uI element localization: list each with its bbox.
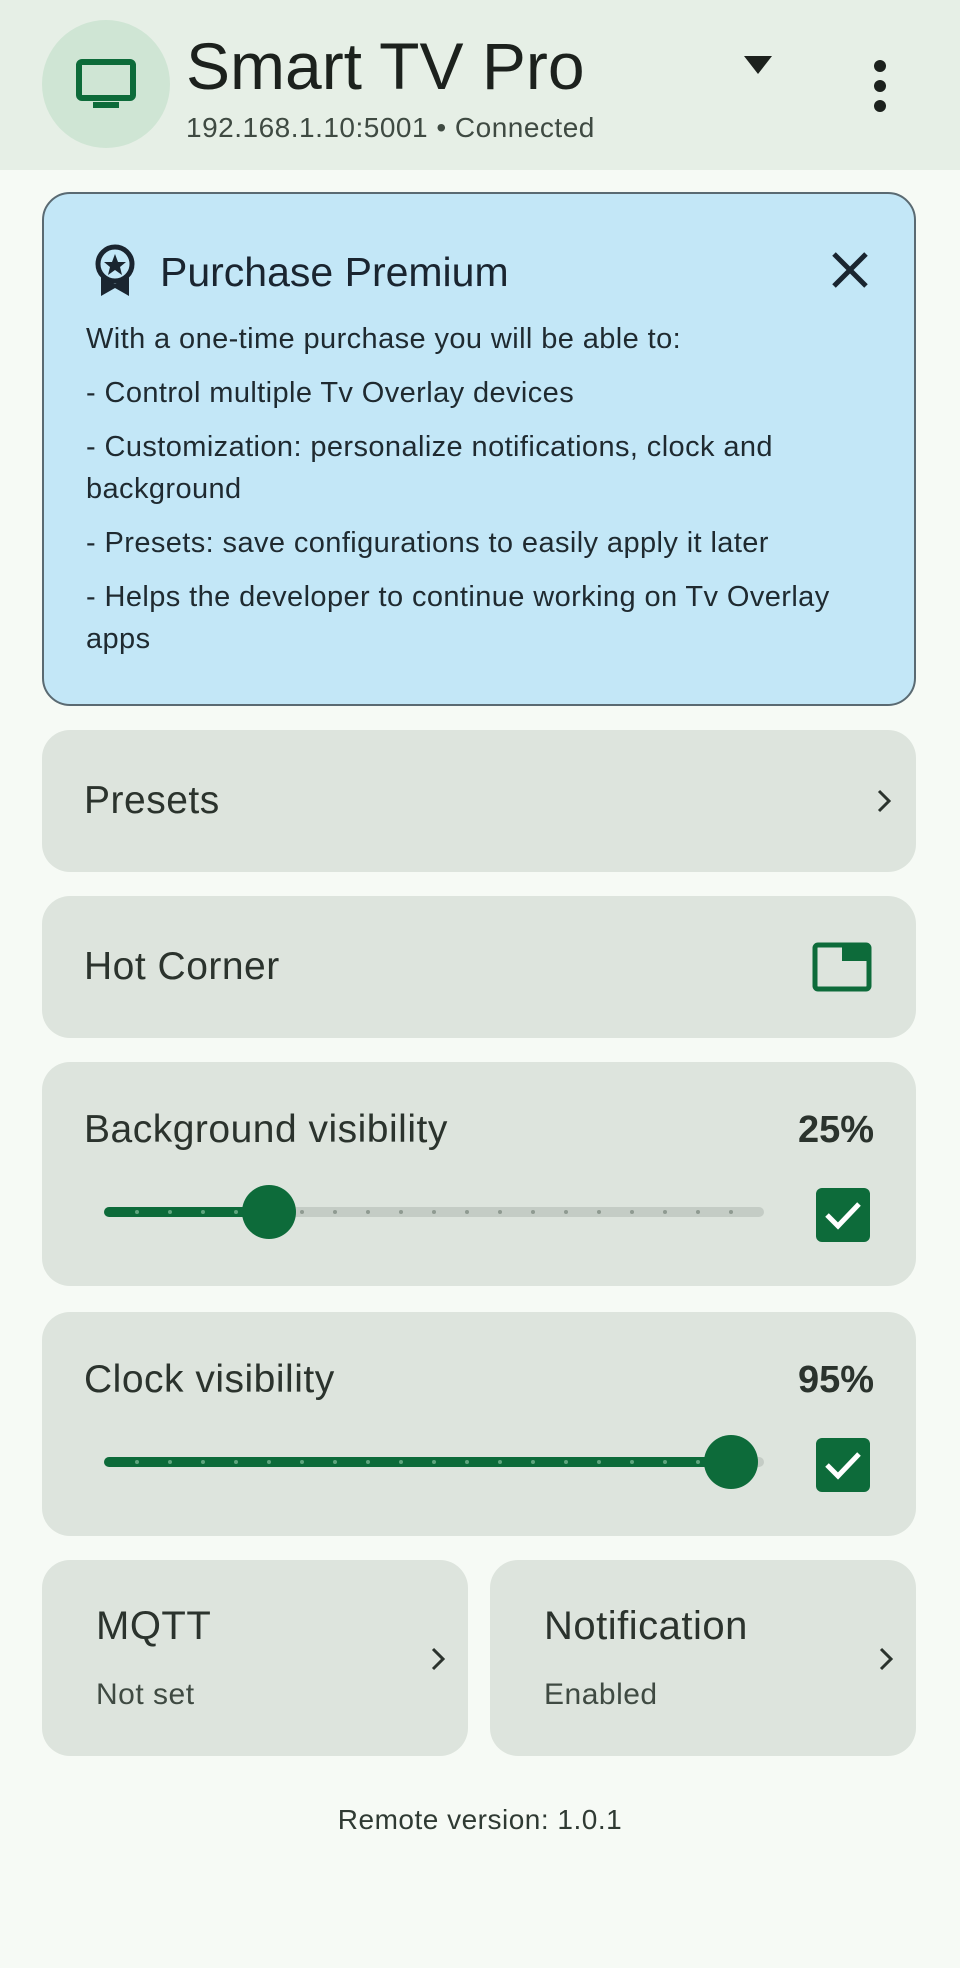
slider-tick [432, 1460, 436, 1464]
device-name[interactable]: Smart TV Pro [186, 24, 585, 108]
premium-line: - Customization: personalize notificatio… [86, 431, 773, 505]
check-icon [825, 1452, 861, 1480]
slider-thumb[interactable] [242, 1185, 296, 1239]
slider-tick [366, 1210, 370, 1214]
premium-title: Purchase Premium [160, 249, 509, 295]
notification-card[interactable]: Notification Enabled [490, 1560, 916, 1756]
chevron-right-icon [879, 1647, 894, 1671]
slider-tick [432, 1210, 436, 1214]
slider-tick [630, 1460, 634, 1464]
slider-tick [531, 1460, 535, 1464]
clock-visibility-label: Clock visibility [84, 1358, 335, 1401]
slider-tick [630, 1210, 634, 1214]
slider-tick [597, 1210, 601, 1214]
hot-corner-card[interactable]: Hot Corner [42, 896, 916, 1038]
slider-tick [597, 1460, 601, 1464]
slider-tick [333, 1460, 337, 1464]
background-visibility-label: Background visibility [84, 1108, 448, 1151]
slider-tick [168, 1210, 172, 1214]
slider-tick [366, 1460, 370, 1464]
background-visibility-card: Background visibility 25% [42, 1062, 916, 1286]
slider-thumb[interactable] [704, 1435, 758, 1489]
background-visibility-percent: 25% [797, 1109, 874, 1151]
slider-tick [696, 1460, 700, 1464]
clock-visibility-card: Clock visibility 95% [42, 1312, 916, 1536]
slider-tick [465, 1460, 469, 1464]
clock-visibility-percent: 95% [797, 1359, 874, 1401]
slider-tick [399, 1460, 403, 1464]
dropdown-icon[interactable] [740, 52, 776, 78]
slider-tick [234, 1210, 238, 1214]
device-avatar[interactable] [42, 20, 170, 148]
slider-tick [729, 1210, 733, 1214]
slider-tick-marks [135, 1210, 733, 1214]
slider-tick [135, 1460, 139, 1464]
slider-tick [663, 1460, 667, 1464]
slider-tick-marks [135, 1460, 733, 1464]
device-status: 192.168.1.10:5001 • Connected [186, 112, 595, 143]
slider-tick [201, 1460, 205, 1464]
slider-tick [564, 1460, 568, 1464]
slider-tick [696, 1210, 700, 1214]
slider-tick [234, 1460, 238, 1464]
premium-line: - Control multiple Tv Overlay devices [86, 377, 575, 409]
slider-tick [168, 1460, 172, 1464]
remote-version: Remote version: 1.0.1 [337, 1804, 623, 1835]
slider-tick [300, 1210, 304, 1214]
slider-tick [201, 1210, 205, 1214]
background-visibility-slider[interactable] [104, 1182, 764, 1242]
premium-line: - Presets: save configurations to easily… [86, 527, 769, 559]
premium-line: With a one-time purchase you will be abl… [86, 323, 682, 355]
presets-label: Presets [84, 779, 220, 822]
chevron-right-icon [431, 1647, 446, 1671]
close-icon[interactable] [828, 248, 872, 292]
premium-badge-icon [95, 244, 135, 296]
check-icon [825, 1202, 861, 1230]
slider-tick [564, 1210, 568, 1214]
more-vert-icon[interactable] [866, 56, 894, 116]
tv-icon [76, 59, 136, 108]
hot-corner-label: Hot Corner [84, 945, 280, 988]
clock-visibility-slider[interactable] [104, 1432, 764, 1492]
slider-tick [498, 1210, 502, 1214]
slider-tick [267, 1460, 271, 1464]
slider-tick [663, 1210, 667, 1214]
slider-tick [399, 1210, 403, 1214]
premium-feature-list: With a one-time purchase you will be abl… [86, 318, 894, 672]
chevron-right-icon [877, 789, 892, 813]
premium-card[interactable]: Purchase Premium With a one-time purchas… [42, 192, 916, 706]
clock-visibility-checkbox[interactable] [816, 1438, 870, 1492]
slider-tick [531, 1210, 535, 1214]
mqtt-status: Not set [96, 1678, 195, 1711]
slider-tick [300, 1460, 304, 1464]
mqtt-label: MQTT [96, 1604, 212, 1648]
notification-label: Notification [544, 1604, 748, 1648]
mqtt-card[interactable]: MQTT Not set [42, 1560, 468, 1756]
slider-tick [465, 1210, 469, 1214]
premium-line: - Helps the developer to continue workin… [86, 581, 830, 655]
slider-tick [135, 1210, 139, 1214]
presets-card[interactable]: Presets [42, 730, 916, 872]
hot-corner-icon [812, 942, 872, 992]
top-app-bar: Smart TV Pro 192.168.1.10:5001 • Connect… [0, 0, 960, 170]
background-visibility-checkbox[interactable] [816, 1188, 870, 1242]
notification-status: Enabled [544, 1678, 658, 1711]
slider-tick [333, 1210, 337, 1214]
slider-tick [498, 1460, 502, 1464]
